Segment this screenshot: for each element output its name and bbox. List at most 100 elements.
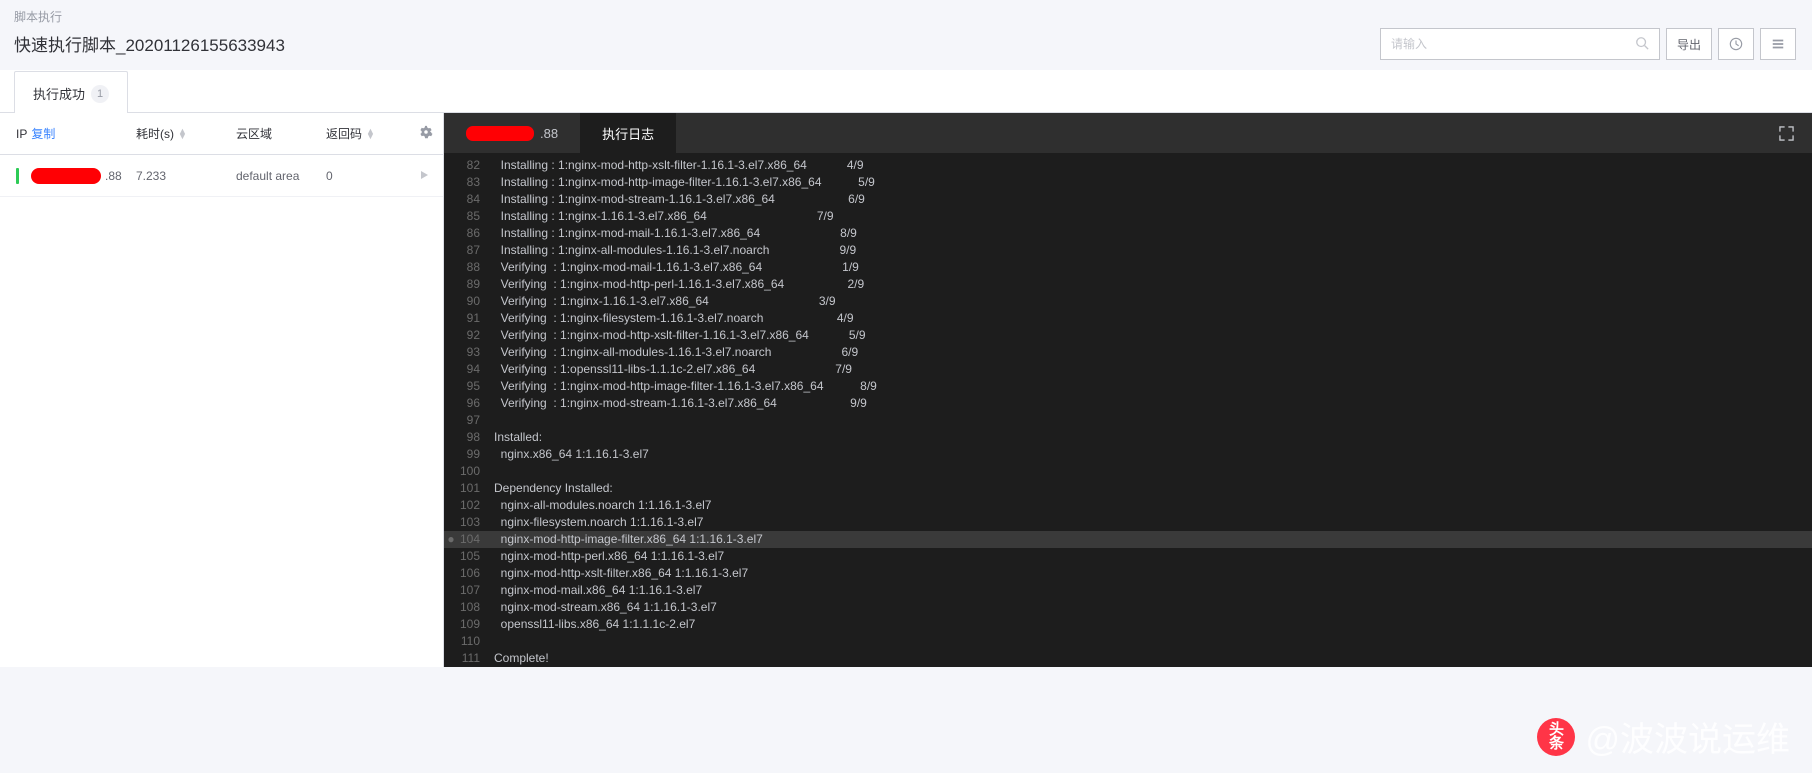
line-number: 85: [458, 208, 494, 225]
fullscreen-icon[interactable]: [1770, 113, 1802, 153]
log-tab-ip-suffix: .88: [540, 126, 558, 141]
log-line: 93 Verifying : 1:nginx-all-modules-1.16.…: [444, 344, 1812, 361]
line-number: 95: [458, 378, 494, 395]
log-line: 102 nginx-all-modules.noarch 1:1.16.1-3.…: [444, 497, 1812, 514]
copy-ip-link[interactable]: 复制: [31, 125, 55, 142]
log-line: 86 Installing : 1:nginx-mod-mail-1.16.1-…: [444, 225, 1812, 242]
log-line: 98Installed:: [444, 429, 1812, 446]
log-line: 84 Installing : 1:nginx-mod-stream-1.16.…: [444, 191, 1812, 208]
line-number: 99: [458, 446, 494, 463]
log-line: 99 nginx.x86_64 1:1.16.1-3.el7: [444, 446, 1812, 463]
cell-ret: 0: [326, 169, 386, 183]
log-line: 92 Verifying : 1:nginx-mod-http-xslt-fil…: [444, 327, 1812, 344]
line-number: 110: [458, 633, 494, 650]
log-line: 85 Installing : 1:nginx-1.16.1-3.el7.x86…: [444, 208, 1812, 225]
col-ret-label: 返回码: [326, 125, 362, 142]
log-tabs: .88 执行日志: [444, 113, 1812, 153]
log-line: 95 Verifying : 1:nginx-mod-http-image-fi…: [444, 378, 1812, 395]
log-text: Verifying : 1:nginx-mod-http-xslt-filter…: [494, 327, 866, 344]
line-number: 109: [458, 616, 494, 633]
log-tab-output[interactable]: 执行日志: [580, 113, 676, 153]
log-line: 94 Verifying : 1:openssl11-libs-1.1.1c-2…: [444, 361, 1812, 378]
line-number: 97: [458, 412, 494, 429]
line-number: 83: [458, 174, 494, 191]
log-text: Verifying : 1:nginx-mod-http-image-filte…: [494, 378, 877, 395]
history-button[interactable]: [1718, 28, 1754, 60]
line-number: 91: [458, 310, 494, 327]
log-line: 88 Verifying : 1:nginx-mod-mail-1.16.1-3…: [444, 259, 1812, 276]
play-icon[interactable]: [419, 169, 429, 183]
watermark: 头 条 @波波说运维: [1537, 712, 1790, 761]
log-line: 111Complete!: [444, 650, 1812, 667]
log-line: 110: [444, 633, 1812, 650]
log-tab-ip[interactable]: .88: [444, 113, 580, 153]
log-line: 83 Installing : 1:nginx-mod-http-image-f…: [444, 174, 1812, 191]
line-number: 90: [458, 293, 494, 310]
watermark-text: @波波说运维: [1585, 712, 1790, 761]
log-line: 106 nginx-mod-http-xslt-filter.x86_64 1:…: [444, 565, 1812, 582]
line-number: 92: [458, 327, 494, 344]
ip-masked: [31, 168, 101, 184]
log-text: nginx-mod-mail.x86_64 1:1.16.1-3.el7: [494, 582, 702, 599]
log-text: Verifying : 1:nginx-mod-http-perl-1.16.1…: [494, 276, 864, 293]
line-number: 82: [458, 157, 494, 174]
line-number: 84: [458, 191, 494, 208]
log-text: Verifying : 1:openssl11-libs-1.1.1c-2.el…: [494, 361, 852, 378]
tab-success[interactable]: 执行成功 1: [14, 71, 128, 113]
log-line: 100: [444, 463, 1812, 480]
log-line: 91 Verifying : 1:nginx-filesystem-1.16.1…: [444, 310, 1812, 327]
line-number: 104: [458, 531, 494, 548]
cell-area: default area: [236, 169, 326, 183]
line-number: 101: [458, 480, 494, 497]
log-text: nginx-mod-stream.x86_64 1:1.16.1-3.el7: [494, 599, 717, 616]
log-text: nginx.x86_64 1:1.16.1-3.el7: [494, 446, 649, 463]
list-button[interactable]: [1760, 28, 1796, 60]
log-panel: .88 执行日志 82 Installing : 1:nginx-mod-htt…: [444, 113, 1812, 667]
line-number: 94: [458, 361, 494, 378]
gear-icon[interactable]: [419, 125, 433, 142]
line-number: 98: [458, 429, 494, 446]
log-line: 96 Verifying : 1:nginx-mod-stream-1.16.1…: [444, 395, 1812, 412]
search-icon[interactable]: [1635, 36, 1649, 53]
search-input[interactable]: [1391, 37, 1635, 51]
log-line: 109 openssl11-libs.x86_64 1:1.1.1c-2.el7: [444, 616, 1812, 633]
line-number: 102: [458, 497, 494, 514]
log-line: 107 nginx-mod-mail.x86_64 1:1.16.1-3.el7: [444, 582, 1812, 599]
breadcrumb: 脚本执行: [0, 0, 1812, 27]
search-box[interactable]: [1380, 28, 1660, 60]
ip-masked: [466, 126, 534, 141]
col-time-label: 耗时(s): [136, 125, 174, 142]
line-number: 86: [458, 225, 494, 242]
log-line: 105 nginx-mod-http-perl.x86_64 1:1.16.1-…: [444, 548, 1812, 565]
export-button[interactable]: 导出: [1666, 28, 1712, 60]
log-body[interactable]: 82 Installing : 1:nginx-mod-http-xslt-fi…: [444, 153, 1812, 667]
line-number: 93: [458, 344, 494, 361]
line-number: 88: [458, 259, 494, 276]
sort-icon[interactable]: ▲▼: [178, 129, 187, 139]
log-text: Installing : 1:nginx-all-modules-1.16.1-…: [494, 242, 856, 259]
log-text: nginx-mod-http-xslt-filter.x86_64 1:1.16…: [494, 565, 748, 582]
log-text: Installed:: [494, 429, 542, 446]
log-text: nginx-mod-http-perl.x86_64 1:1.16.1-3.el…: [494, 548, 724, 565]
log-line: 90 Verifying : 1:nginx-1.16.1-3.el7.x86_…: [444, 293, 1812, 310]
gutter-dot-icon: ●: [444, 531, 458, 548]
log-text: Installing : 1:nginx-mod-stream-1.16.1-3…: [494, 191, 865, 208]
line-number: 96: [458, 395, 494, 412]
line-number: 89: [458, 276, 494, 293]
log-line: 89 Verifying : 1:nginx-mod-http-perl-1.1…: [444, 276, 1812, 293]
log-text: nginx-all-modules.noarch 1:1.16.1-3.el7: [494, 497, 711, 514]
line-number: 111: [458, 650, 494, 667]
table-header: IP 复制 耗时(s) ▲▼ 云区域 返回码 ▲▼: [0, 113, 443, 155]
cell-time: 7.233: [136, 169, 236, 183]
log-line: ●104 nginx-mod-http-image-filter.x86_64 …: [444, 531, 1812, 548]
tab-success-label: 执行成功: [33, 84, 85, 103]
line-number: 105: [458, 548, 494, 565]
col-ip-label: IP: [16, 127, 27, 141]
log-line: 101Dependency Installed:: [444, 480, 1812, 497]
sort-icon[interactable]: ▲▼: [366, 129, 375, 139]
table-row[interactable]: .88 7.233 default area 0: [0, 155, 443, 197]
log-text: Complete!: [494, 650, 549, 667]
log-text: Verifying : 1:nginx-1.16.1-3.el7.x86_64 …: [494, 293, 836, 310]
line-number: 100: [458, 463, 494, 480]
line-number: 103: [458, 514, 494, 531]
